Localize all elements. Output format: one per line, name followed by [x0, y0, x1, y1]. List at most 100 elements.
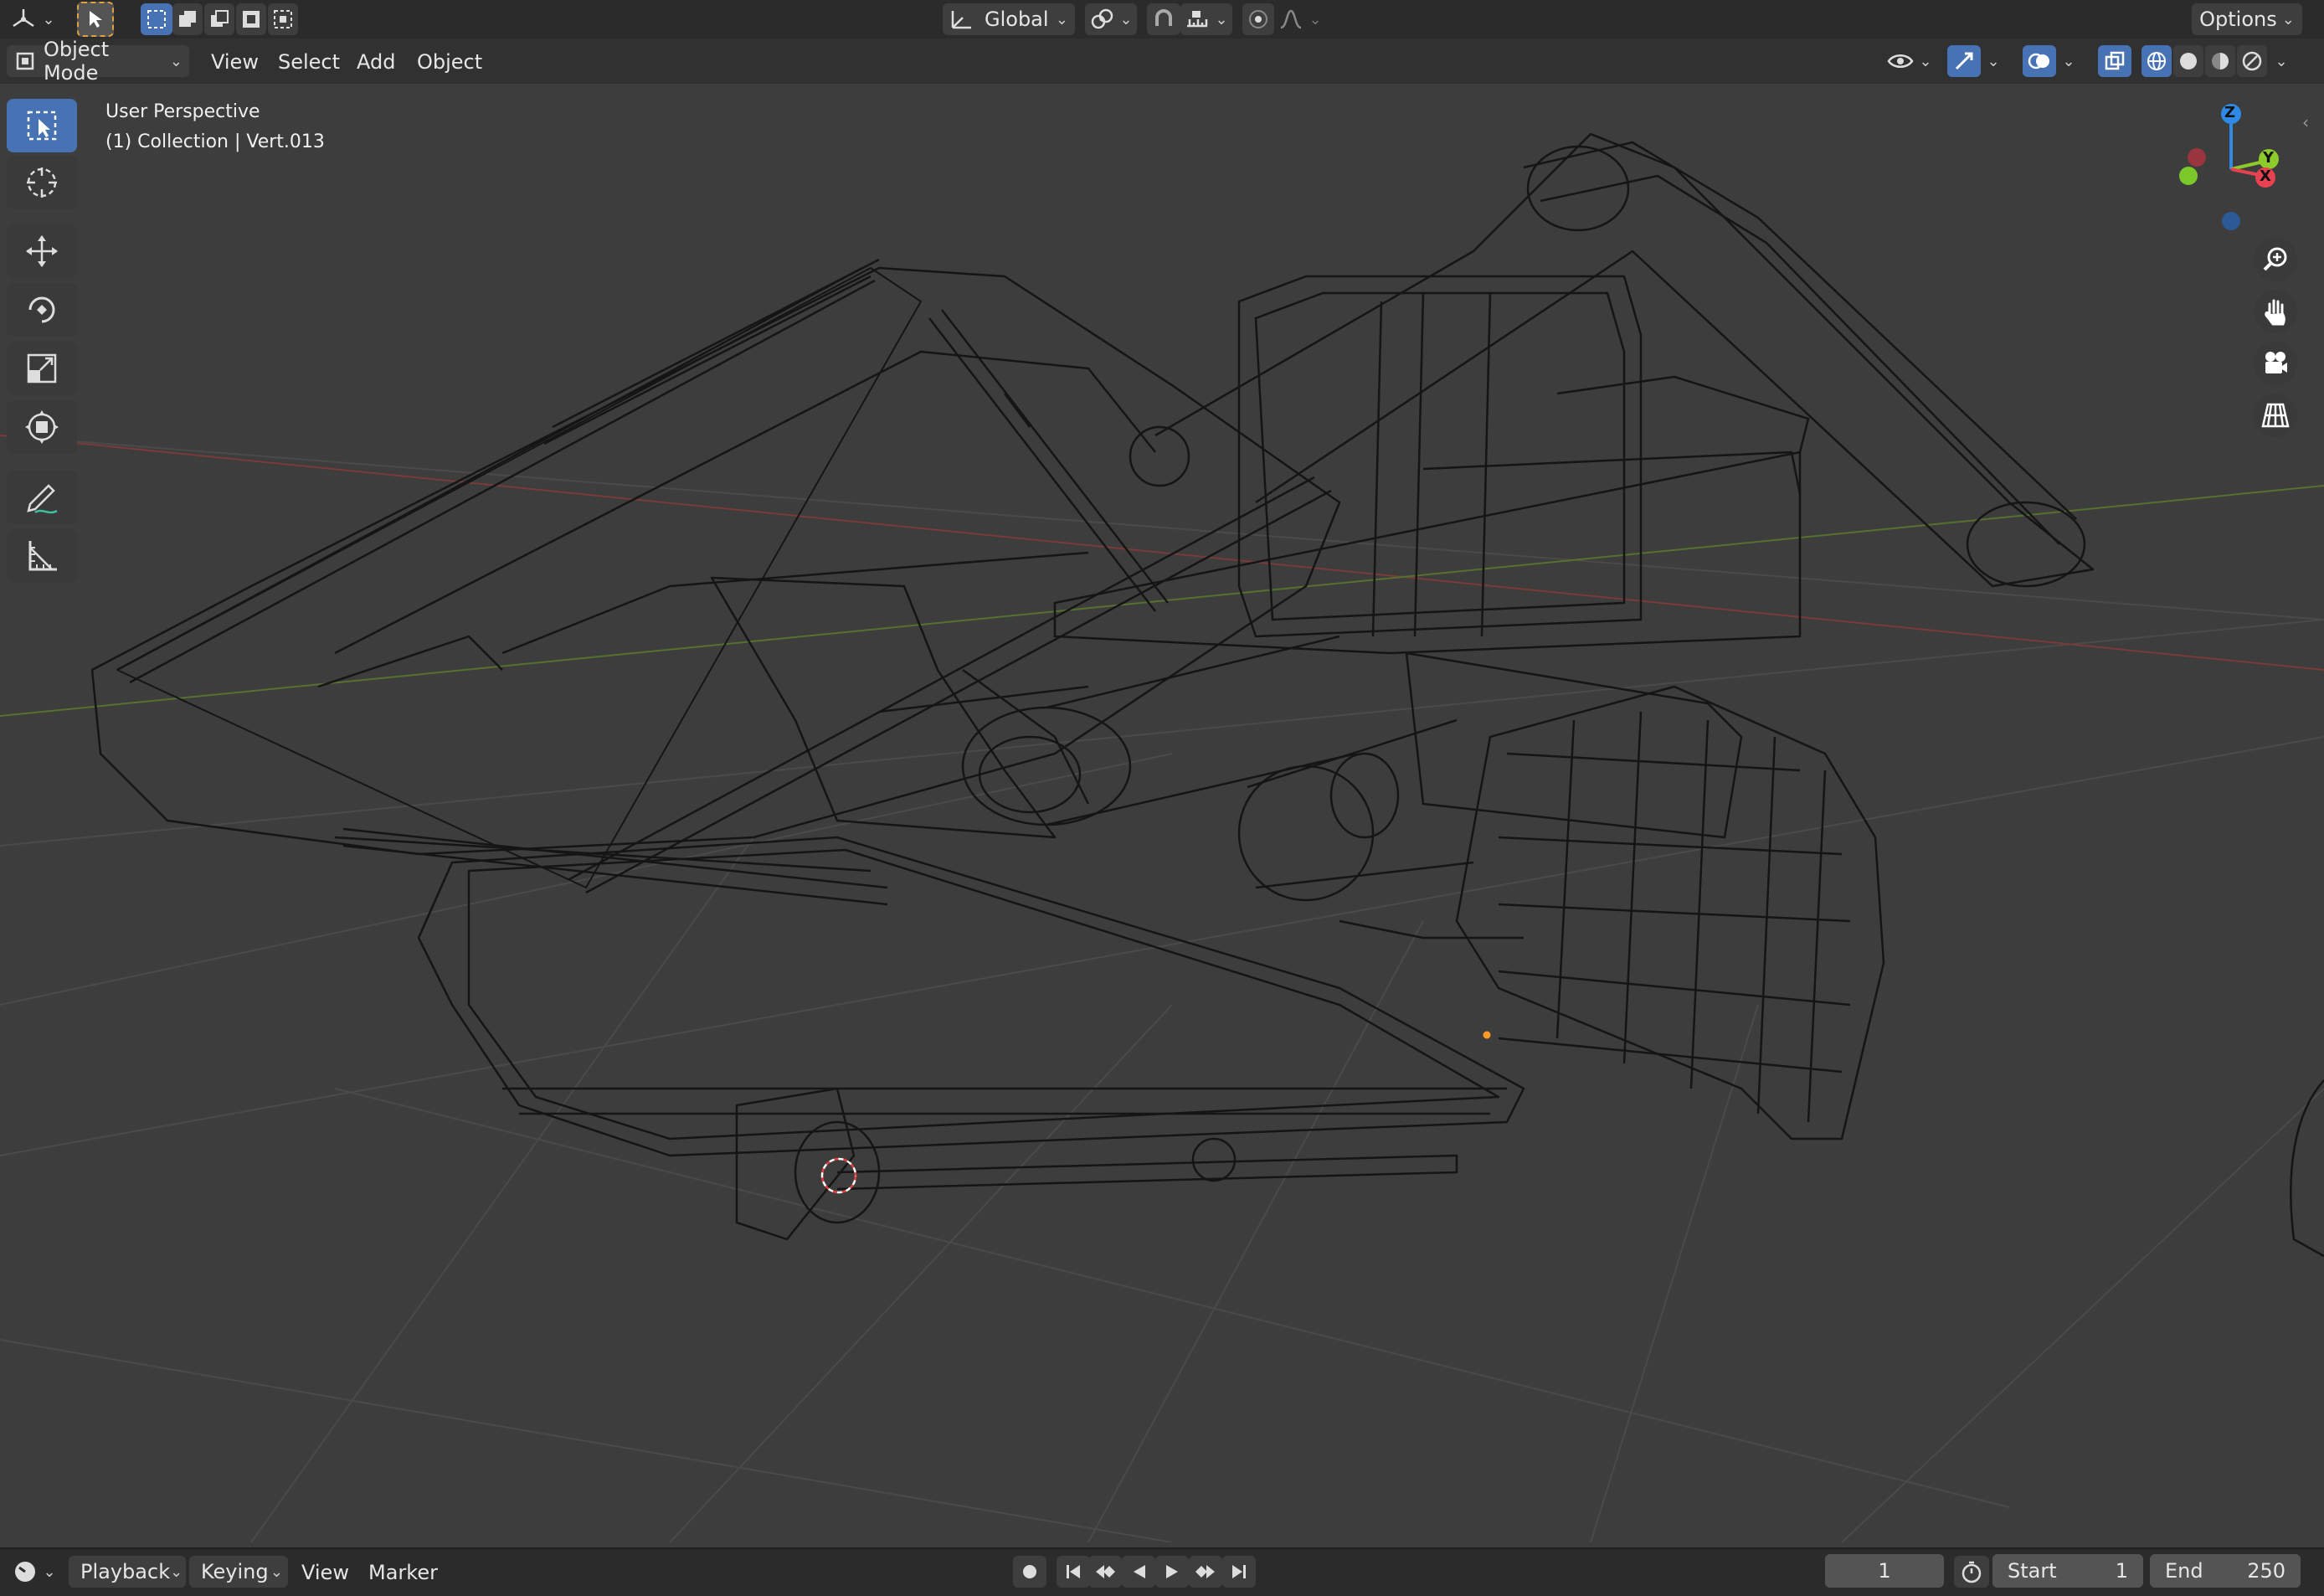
start-label: Start — [2008, 1559, 2057, 1583]
select-mode-intersect-button[interactable] — [268, 3, 298, 35]
timeline-editor-type-button[interactable]: ⌄ — [8, 1556, 60, 1588]
hand-icon — [2265, 299, 2285, 326]
menu-view[interactable]: View — [204, 47, 265, 77]
tool-move[interactable] — [7, 224, 77, 278]
sidebar-toggle-icon[interactable]: ‹ — [2302, 112, 2309, 132]
options-dropdown[interactable]: Options ⌄ — [2192, 3, 2302, 35]
overlays-dropdown[interactable]: ⌄ — [2056, 45, 2081, 77]
3d-viewport[interactable] — [0, 84, 2324, 1542]
timeline-menu-view[interactable]: View — [301, 1557, 349, 1588]
chevron-down-icon: ⌄ — [1215, 10, 1228, 28]
shading-dropdown[interactable]: ⌄ — [2269, 45, 2294, 77]
tool-cursor[interactable] — [7, 156, 77, 209]
select-mode-new-button[interactable] — [141, 3, 172, 35]
select-mode-subtract-button[interactable] — [204, 3, 234, 35]
shading-solid-button[interactable] — [2173, 45, 2203, 77]
menu-object[interactable]: Object — [410, 47, 489, 77]
end-value: 250 — [2247, 1559, 2285, 1583]
scale-icon — [27, 353, 57, 384]
eye-icon — [1887, 54, 1914, 68]
shading-material-button[interactable] — [2205, 45, 2235, 77]
xray-toggle[interactable] — [2098, 45, 2131, 77]
zoom-button[interactable] — [2254, 238, 2297, 281]
tool-annotate[interactable] — [7, 471, 77, 524]
object-mode-icon — [16, 52, 34, 70]
chevron-down-icon: ⌄ — [2275, 52, 2288, 70]
jump-end-button[interactable] — [1222, 1556, 1256, 1588]
start-frame-field[interactable]: Start 1 — [1992, 1554, 2143, 1588]
current-frame-value: 1 — [1878, 1559, 1891, 1583]
menu-select[interactable]: Select — [271, 47, 347, 77]
next-keyframe-button[interactable] — [1189, 1556, 1222, 1588]
overlays-icon — [2028, 53, 2049, 70]
cursor-arrow-icon — [90, 11, 102, 28]
chevron-down-icon: ⌄ — [42, 10, 55, 28]
select-box-icon — [27, 111, 57, 141]
chevron-down-icon: ⌄ — [43, 1563, 56, 1581]
mode-dropdown[interactable]: Object Mode ⌄ — [7, 38, 189, 85]
tool-measure[interactable] — [7, 529, 77, 583]
jump-start-button[interactable] — [1057, 1556, 1090, 1588]
transform-icon — [25, 410, 59, 444]
current-frame-field[interactable]: 1 — [1825, 1554, 1944, 1588]
collection-info: (1) Collection | Vert.013 — [105, 131, 325, 152]
play-button[interactable] — [1155, 1556, 1189, 1588]
proportional-falloff-dropdown[interactable]: ⌄ — [1274, 3, 1326, 35]
editor-type-button[interactable]: ⌄ — [7, 3, 59, 35]
selection-extend-icon — [179, 11, 196, 27]
tool-transform[interactable] — [7, 400, 77, 454]
xray-icon — [2105, 51, 2125, 70]
shading-rendered-button[interactable] — [2237, 45, 2267, 77]
camera-view-button[interactable] — [2254, 342, 2297, 385]
playback-label: Playback — [80, 1560, 171, 1583]
transform-orientation-dropdown[interactable]: Global ⌄ — [943, 3, 1075, 35]
overlays-toggle[interactable] — [2023, 45, 2056, 77]
keying-menu[interactable]: Keying ⌄ — [189, 1556, 288, 1588]
tool-select-box[interactable] — [7, 99, 77, 152]
snap-toggle[interactable] — [1147, 3, 1180, 35]
solid-sphere-icon — [2180, 53, 2197, 70]
prev-keyframe-icon — [1096, 1565, 1115, 1578]
play-reverse-icon — [1134, 1565, 1145, 1578]
chevron-down-icon: ⌄ — [1119, 10, 1133, 28]
gizmo-dropdown[interactable]: ⌄ — [1981, 45, 2006, 77]
timeline-menu-marker[interactable]: Marker — [368, 1557, 438, 1588]
proportional-editing-toggle[interactable] — [1242, 3, 1274, 35]
excavator-wireframe — [90, 132, 2095, 1241]
ruler-icon — [28, 541, 57, 571]
shading-wireframe-button[interactable] — [2141, 45, 2172, 77]
play-icon — [1166, 1565, 1178, 1578]
blender-window: ⌄ Global ⌄ ⌄ ⌄ ⌄ Options ⌄ Object Mode ⌄… — [0, 0, 2324, 1596]
end-frame-field[interactable]: End 250 — [2150, 1554, 2301, 1588]
selection-invert-icon — [243, 11, 260, 28]
gizmo-icon — [1955, 52, 1973, 70]
pivot-icon — [1092, 8, 1113, 29]
chevron-down-icon: ⌄ — [270, 1563, 283, 1581]
auto-keying-toggle[interactable] — [1013, 1556, 1046, 1588]
material-sphere-icon — [2212, 53, 2229, 70]
stopwatch-icon — [1962, 1561, 1982, 1583]
snap-target-dropdown[interactable]: ⌄ — [1180, 3, 1232, 35]
pan-button[interactable] — [2254, 290, 2297, 333]
pivot-point-dropdown[interactable]: ⌄ — [1085, 3, 1137, 35]
menu-add[interactable]: Add — [350, 47, 402, 77]
gizmo-y-label: Y — [2263, 149, 2275, 167]
navigation-gizmo[interactable]: Z Y X — [2177, 99, 2285, 233]
visibility-dropdown[interactable]: ⌄ — [1884, 45, 1936, 77]
start-value: 1 — [2115, 1559, 2128, 1583]
prev-keyframe-button[interactable] — [1088, 1556, 1122, 1588]
use-preview-range-toggle[interactable] — [1954, 1556, 1989, 1588]
select-mode-extend-button[interactable] — [172, 3, 203, 35]
ortho-toggle-button[interactable] — [2254, 394, 2297, 437]
playback-menu[interactable]: Playback ⌄ — [69, 1556, 186, 1588]
select-mode-invert-button[interactable] — [236, 3, 266, 35]
camera-icon — [2265, 352, 2287, 373]
chevron-down-icon: ⌄ — [2281, 10, 2295, 28]
skip-start-icon — [1067, 1565, 1080, 1578]
tool-rotate[interactable] — [7, 283, 77, 337]
play-reverse-button[interactable] — [1122, 1556, 1155, 1588]
select-tool-button[interactable] — [77, 2, 114, 37]
tool-scale[interactable] — [7, 342, 77, 395]
selection-intersect-icon — [274, 10, 292, 28]
gizmo-toggle[interactable] — [1947, 45, 1981, 77]
